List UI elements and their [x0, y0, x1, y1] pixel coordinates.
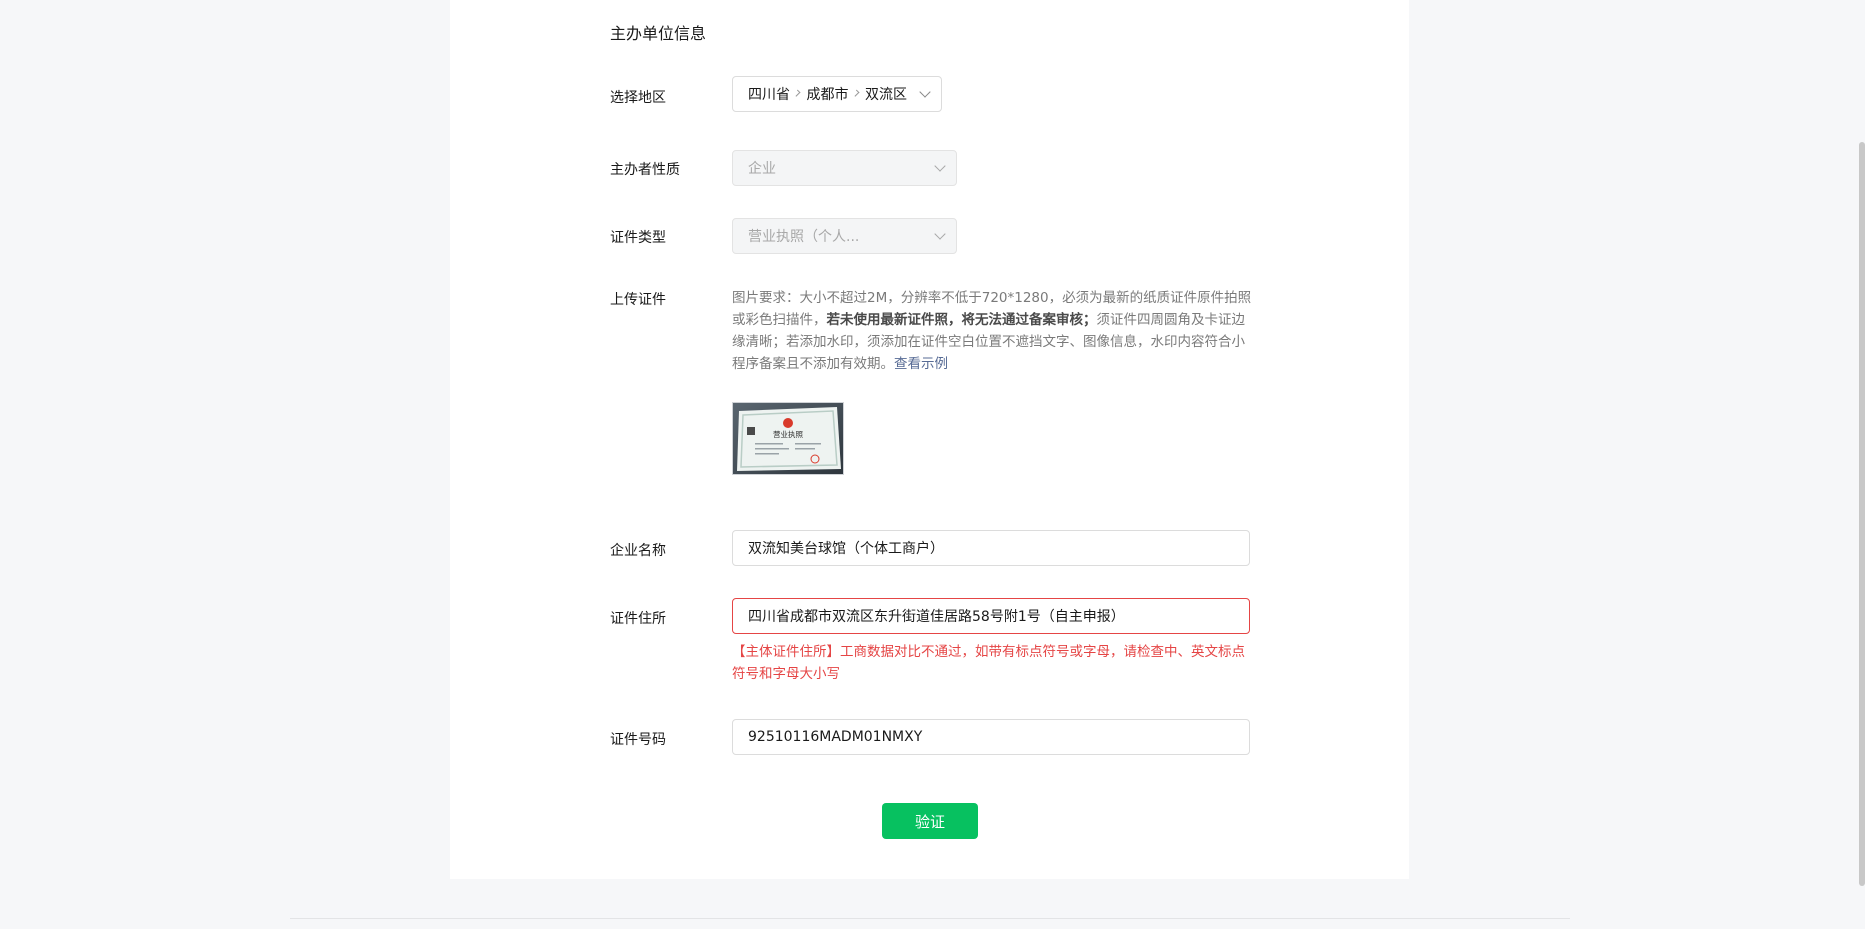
cert-number-value: 92510116MADM01NMXY	[748, 729, 923, 745]
section-title: 主办单位信息	[610, 24, 707, 43]
cert-type-select[interactable]: 营业执照（个人...	[732, 218, 957, 254]
address-value: 四川省成都市双流区东升街道佳居路58号附1号（自主申报）	[748, 609, 1125, 625]
company-name-value: 双流知美台球馆（个体工商户）	[748, 541, 944, 557]
chevron-right-icon	[851, 89, 859, 97]
cert-number-label: 证件号码	[610, 732, 666, 748]
address-label: 证件住所	[610, 611, 666, 627]
region-province: 四川省	[748, 87, 790, 103]
chevron-down-icon	[934, 228, 946, 240]
footer-divider	[290, 918, 1570, 919]
region-label: 选择地区	[610, 90, 666, 106]
page-scrollbar[interactable]	[1859, 0, 1865, 929]
upload-label: 上传证件	[610, 292, 666, 308]
upload-desc-bold: 若未使用最新证件照，将无法通过备案审核；	[826, 312, 1097, 328]
cert-number-input[interactable]: 92510116MADM01NMXY	[732, 719, 1250, 755]
cert-type-value: 营业执照（个人...	[748, 229, 860, 245]
host-type-label: 主办者性质	[610, 162, 680, 178]
company-name-input[interactable]: 双流知美台球馆（个体工商户）	[732, 530, 1250, 566]
cert-type-label: 证件类型	[610, 230, 666, 246]
view-example-link[interactable]: 查看示例	[894, 356, 948, 372]
region-city: 成都市	[806, 87, 849, 103]
region-district: 双流区	[865, 87, 907, 103]
chevron-down-icon	[919, 86, 931, 98]
company-name-label: 企业名称	[610, 543, 666, 559]
form-card: 主办单位信息 选择地区 四川省 成都市 双流区 主办者性质 企业 证件类型 营业…	[450, 0, 1409, 879]
upload-requirements: 图片要求：大小不超过2M，分辨率不低于720*1280，必须为最新的纸质证件原件…	[732, 287, 1252, 375]
host-type-select[interactable]: 企业	[732, 150, 957, 186]
chevron-down-icon	[934, 160, 946, 172]
host-type-value: 企业	[748, 161, 776, 177]
license-image-icon: 营业执照	[733, 403, 843, 474]
chevron-right-icon	[793, 89, 801, 97]
license-title-text: 营业执照	[773, 429, 803, 439]
address-input[interactable]: 四川省成都市双流区东升街道佳居路58号附1号（自主申报）	[732, 598, 1250, 634]
scrollbar-thumb[interactable]	[1859, 142, 1865, 886]
verify-button[interactable]: 验证	[882, 803, 978, 839]
uploaded-license-thumbnail[interactable]: 营业执照	[732, 402, 844, 475]
address-error-message: 【主体证件住所】工商数据对比不通过，如带有标点符号或字母，请检查中、英文标点符号…	[732, 644, 1245, 682]
region-select[interactable]: 四川省 成都市 双流区	[732, 76, 942, 112]
